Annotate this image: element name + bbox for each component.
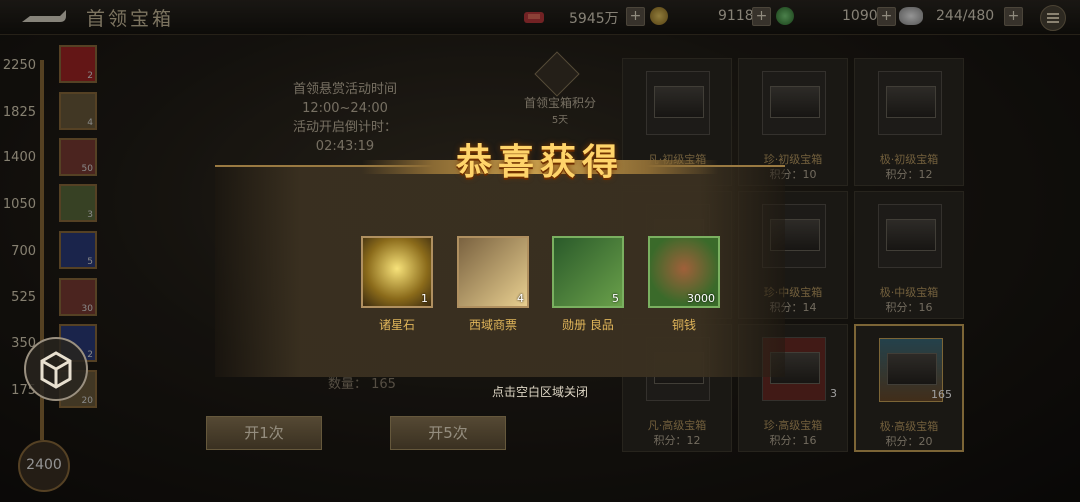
reward-count: 4 (517, 292, 524, 305)
reward-name: 西域商票 (468, 318, 517, 332)
reward-item[interactable]: 1 (361, 236, 433, 308)
reward-name: 铜钱 (671, 318, 696, 332)
chest-shortcut-icon[interactable] (24, 337, 88, 401)
reward-count: 5 (612, 292, 619, 305)
close-hint: 点击空白区域关闭 (491, 385, 588, 399)
reward-count: 3000 (687, 292, 715, 305)
reward-name: 诸星石 (378, 318, 415, 332)
reward-name: 勋册 良品 (562, 318, 614, 332)
reward-item[interactable]: 5 (552, 236, 624, 308)
popup-title: 恭喜获得 (455, 141, 624, 183)
reward-item[interactable]: 4 (457, 236, 529, 308)
reward-count: 1 (421, 292, 428, 305)
reward-item[interactable]: 3000 (648, 236, 720, 308)
